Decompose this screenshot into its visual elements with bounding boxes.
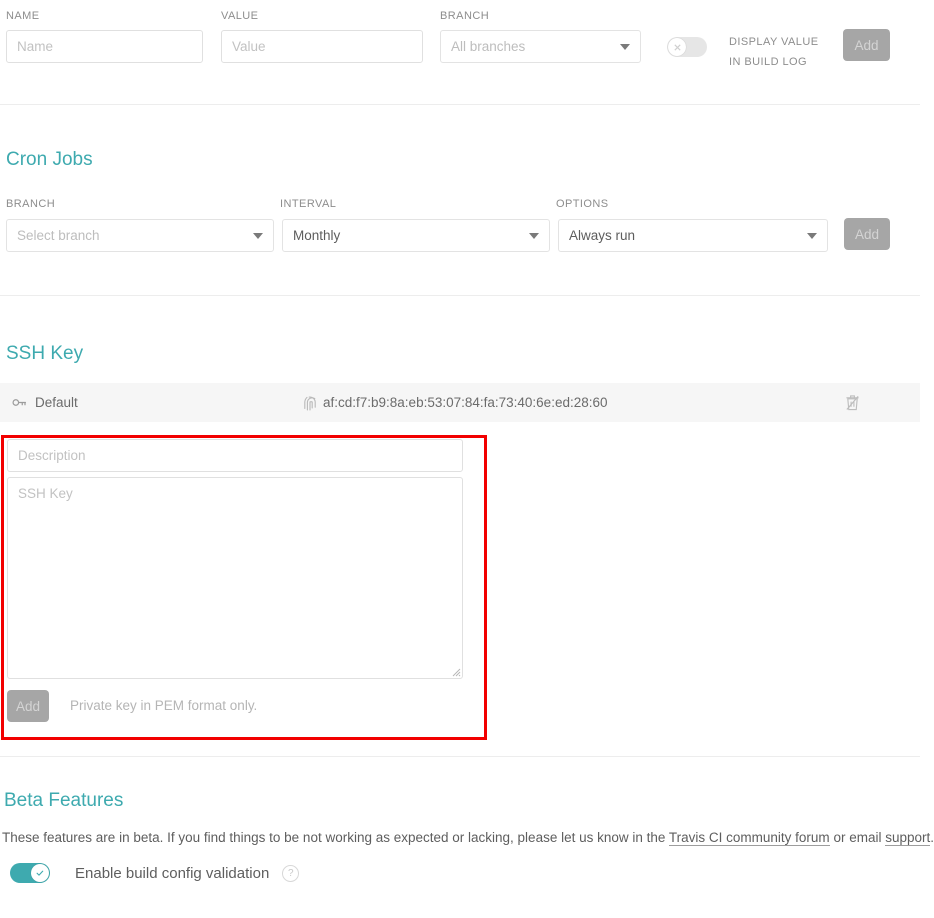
beta-features-title: Beta Features	[4, 790, 124, 811]
env-branch-select-value: All branches	[451, 39, 526, 54]
ssh-key-title: SSH Key	[6, 343, 84, 364]
beta-text-part1: These features are in beta. If you find …	[2, 830, 669, 845]
beta-features-description: These features are in beta. If you find …	[2, 830, 934, 846]
help-icon[interactable]: ?	[282, 864, 300, 882]
cron-interval-select[interactable]: Monthly	[282, 219, 550, 252]
display-value-toggle-label: DISPLAY VALUE IN BUILD LOG	[729, 32, 818, 72]
chevron-down-icon	[807, 232, 817, 239]
divider-2	[0, 295, 920, 296]
check-icon	[36, 870, 44, 876]
cron-add-button[interactable]: Add	[844, 218, 890, 250]
settings-page: NAME VALUE BRANCH All branches DISPLAY V…	[0, 0, 934, 918]
cron-branch-label: BRANCH	[6, 198, 56, 210]
key-icon	[12, 397, 27, 408]
toggle-knob	[668, 38, 686, 56]
build-config-validation-label: Enable build config validation	[75, 864, 270, 882]
build-config-validation-row: Enable build config validation ?	[10, 863, 300, 883]
env-var-add-button[interactable]: Add	[843, 29, 890, 61]
ssh-key-add-button[interactable]: Add	[7, 690, 49, 722]
cron-options-select-value: Always run	[569, 228, 636, 243]
env-value-input[interactable]	[221, 30, 423, 63]
travis-community-forum-link[interactable]: Travis CI community forum	[668, 830, 830, 846]
ssh-key-textarea[interactable]	[7, 477, 463, 679]
beta-text-part3: .	[930, 830, 934, 845]
env-value-label: VALUE	[221, 10, 259, 22]
ssh-key-name: Default	[35, 395, 78, 410]
ssh-description-input[interactable]	[7, 439, 463, 472]
cron-options-select[interactable]: Always run	[558, 219, 828, 252]
env-name-label: NAME	[6, 10, 40, 22]
env-name-input[interactable]	[6, 30, 203, 63]
cron-interval-label: INTERVAL	[280, 198, 337, 210]
cron-branch-select[interactable]: Select branch	[6, 219, 274, 252]
close-x-icon	[673, 43, 681, 51]
display-value-line2: IN BUILD LOG	[729, 56, 808, 68]
ssh-key-hint: Private key in PEM format only.	[70, 698, 258, 713]
env-branch-label: BRANCH	[440, 10, 490, 22]
trash-disabled-icon[interactable]	[845, 394, 860, 411]
chevron-down-icon	[529, 232, 539, 239]
build-config-validation-toggle[interactable]	[10, 863, 50, 883]
cron-branch-select-value: Select branch	[17, 228, 100, 243]
fingerprint-icon	[303, 395, 317, 411]
display-value-toggle[interactable]	[667, 37, 707, 57]
env-branch-select[interactable]: All branches	[440, 30, 641, 63]
ssh-key-fingerprint: af:cd:f7:b9:8a:eb:53:07:84:fa:73:40:6e:e…	[323, 395, 608, 410]
cron-jobs-title: Cron Jobs	[6, 149, 93, 170]
toggle-knob	[31, 864, 49, 882]
beta-text-part2: or email	[829, 830, 886, 845]
ssh-key-row: Default af:cd:f7:b9:8a:eb:53:07:84:fa:73…	[0, 383, 920, 422]
cron-options-label: OPTIONS	[556, 198, 609, 210]
cron-interval-select-value: Monthly	[293, 228, 341, 243]
divider-1	[0, 104, 920, 105]
chevron-down-icon	[253, 232, 263, 239]
display-value-line1: DISPLAY VALUE	[729, 36, 819, 48]
support-link[interactable]: support	[885, 830, 931, 846]
divider-3	[0, 756, 920, 757]
chevron-down-icon	[620, 43, 630, 50]
